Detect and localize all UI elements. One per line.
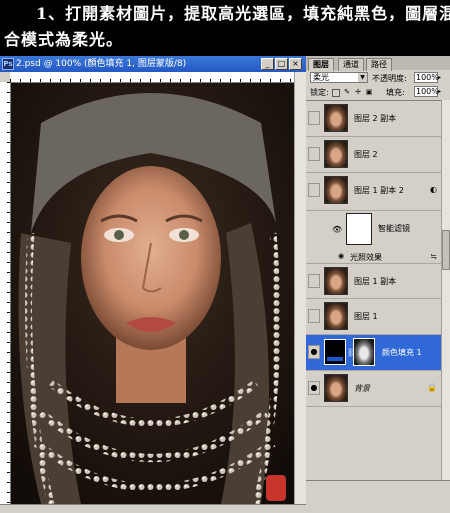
layer-name: 颜色填充 1 [382, 348, 422, 357]
filter-options-icon[interactable]: ≒ [430, 252, 437, 261]
filter-effect-name: 光照效果 [350, 253, 382, 262]
layer-list: 图层 2 副本 图层 2 图层 1 副本 2 ◐ 👁 智能滤镜 ◉ 光照效果 ≒… [306, 100, 441, 481]
layer-row[interactable]: 图层 1 副本 2 ◐ [306, 173, 441, 211]
layer-row[interactable]: 图层 1 副本 [306, 263, 441, 299]
layer-thumbnail [324, 104, 348, 132]
smart-filter-label: 智能滤镜 [378, 224, 410, 233]
layers-panel: 图层 通道 路径 柔光 ▼ 不透明度: 100% ▸ 锁定: ✎ ✛ ▣ 填充:… [306, 56, 450, 513]
panel-bottom-toolbar [306, 480, 450, 513]
layer-name: 背景 [354, 384, 370, 393]
instruction-line-1: 1、打開素材圖片，提取高光選區，填充純黑色，圖層混 [36, 4, 450, 23]
visibility-eye-icon[interactable]: ◉ [338, 252, 344, 260]
lock-all-icon[interactable]: ▣ [365, 88, 373, 96]
instruction-line-2: 合模式為柔光。 [4, 30, 124, 49]
vertical-scrollbar[interactable] [294, 72, 306, 504]
layer-name: 图层 2 副本 [354, 114, 397, 123]
filter-mask-thumbnail [346, 213, 372, 245]
layer-row[interactable]: ● 背景 🔒 [306, 371, 441, 407]
document-title-bar[interactable]: Ps 2.psd @ 100% (顏色填充 1, 图层蒙版/8) _ □ × [0, 56, 306, 72]
layer-thumbnail [324, 267, 348, 295]
layer-thumbnail [324, 176, 348, 204]
fill-value: 100% [416, 87, 439, 96]
instruction-banner: 1、打開素材圖片，提取高光選區，填充純黑色，圖層混 合模式為柔光。 [0, 0, 450, 56]
layer-name: 图层 1 副本 [354, 277, 397, 286]
lock-fill-row: 锁定: ✎ ✛ ▣ 填充: 100% ▸ [306, 85, 450, 99]
portrait-image [11, 83, 294, 504]
photoshop-app-icon: Ps [2, 58, 14, 70]
visibility-eye-icon[interactable]: 👁 [332, 225, 342, 234]
opacity-input[interactable]: 100% ▸ [414, 72, 441, 83]
layer-name: 图层 2 [354, 150, 378, 159]
layer-name: 图层 1 [354, 312, 378, 321]
visibility-toggle[interactable] [308, 309, 320, 323]
opacity-arrow-icon[interactable]: ▸ [438, 72, 446, 83]
visibility-toggle[interactable] [308, 147, 320, 161]
blend-opacity-row: 柔光 ▼ 不透明度: 100% ▸ [306, 71, 450, 85]
filter-effect-row[interactable]: ◉ 光照效果 ≒ [306, 251, 441, 263]
fill-input[interactable]: 100% ▸ [414, 86, 441, 97]
visibility-toggle[interactable] [308, 183, 320, 197]
opacity-value: 100% [416, 73, 439, 82]
smart-object-icon: ◐ [430, 185, 437, 194]
tab-channels[interactable]: 通道 [338, 58, 364, 71]
visibility-toggle[interactable] [308, 274, 320, 288]
layer-row[interactable]: 图层 1 [306, 299, 441, 335]
tab-paths[interactable]: 路径 [366, 58, 392, 71]
layer-row-selected[interactable]: ● ⛓ 颜色填充 1 [306, 335, 441, 371]
fill-label: 填充: [386, 88, 405, 97]
panel-tabs: 图层 通道 路径 [306, 56, 450, 71]
blend-mode-select[interactable]: 柔光 ▼ [310, 72, 368, 83]
close-button[interactable]: × [289, 58, 302, 70]
document-title: 2.psd @ 100% (顏色填充 1, 图层蒙版/8) [16, 59, 187, 69]
lock-brush-icon[interactable]: ✎ [343, 88, 351, 96]
fill-layer-thumbnail [324, 339, 346, 365]
maximize-button[interactable]: □ [275, 58, 288, 70]
scrollbar-thumb[interactable] [442, 230, 450, 270]
layer-thumbnail [324, 374, 348, 402]
minimize-button[interactable]: _ [261, 58, 274, 70]
lock-icon: 🔒 [427, 383, 437, 392]
layer-row[interactable]: 图层 2 [306, 137, 441, 173]
layers-scrollbar[interactable] [441, 100, 450, 480]
tab-layers[interactable]: 图层 [308, 58, 334, 71]
layer-name: 图层 1 副本 2 [354, 186, 404, 195]
vertical-ruler [0, 82, 11, 512]
layer-row[interactable]: 图层 2 副本 [306, 101, 441, 137]
signature-seal [266, 475, 286, 501]
smart-filter-row[interactable]: 👁 智能滤镜 [306, 211, 441, 251]
layer-thumbnail [324, 140, 348, 168]
dropdown-arrow-icon: ▼ [358, 73, 367, 82]
document-window: Ps 2.psd @ 100% (顏色填充 1, 图层蒙版/8) _ □ × [0, 56, 306, 513]
visibility-eye-icon[interactable]: ● [308, 345, 320, 359]
horizontal-ruler [10, 72, 294, 83]
layer-thumbnail [324, 302, 348, 330]
visibility-toggle[interactable] [308, 111, 320, 125]
fill-arrow-icon[interactable]: ▸ [438, 86, 446, 97]
layer-mask-thumbnail[interactable] [353, 338, 375, 366]
lock-label: 锁定: [310, 88, 329, 97]
blend-mode-value: 柔光 [313, 73, 329, 82]
lock-transparency-icon[interactable] [332, 89, 340, 97]
lock-position-icon[interactable]: ✛ [354, 88, 362, 96]
image-canvas[interactable] [11, 83, 294, 504]
visibility-eye-icon[interactable]: ● [308, 381, 320, 395]
opacity-label: 不透明度: [372, 74, 407, 83]
